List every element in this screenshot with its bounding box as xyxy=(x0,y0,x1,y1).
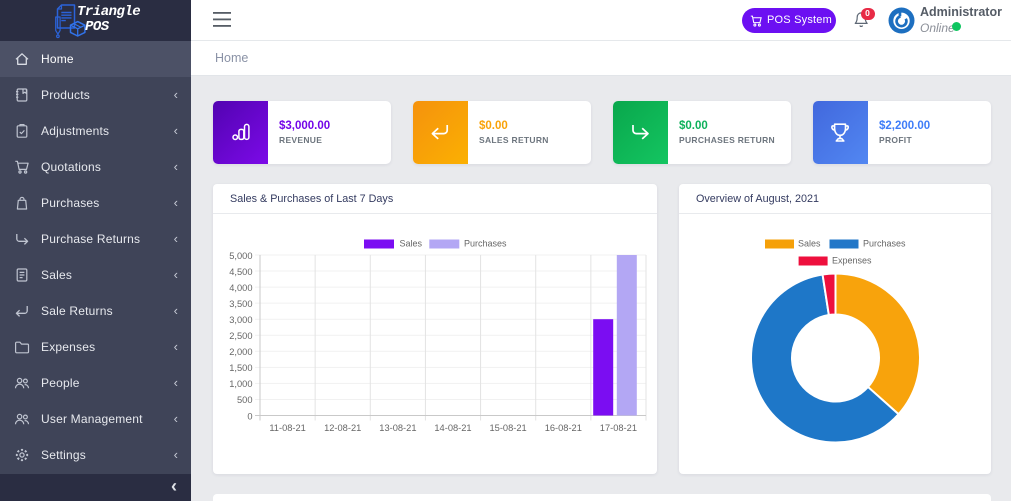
svg-text:0: 0 xyxy=(247,411,252,421)
svg-text:17-08-21: 17-08-21 xyxy=(600,423,637,433)
svg-text:12-08-21: 12-08-21 xyxy=(324,423,361,433)
svg-text:15-08-21: 15-08-21 xyxy=(489,423,526,433)
svg-text:2,500: 2,500 xyxy=(229,331,252,341)
svg-text:3,000: 3,000 xyxy=(229,315,252,325)
svg-text:16-08-21: 16-08-21 xyxy=(545,423,582,433)
svg-text:1,500: 1,500 xyxy=(229,363,252,373)
svg-text:13-08-21: 13-08-21 xyxy=(379,423,416,433)
svg-text:4,000: 4,000 xyxy=(229,283,252,293)
svg-text:Expenses: Expenses xyxy=(832,256,872,266)
svg-text:14-08-21: 14-08-21 xyxy=(434,423,471,433)
svg-text:Sales: Sales xyxy=(400,239,423,249)
svg-text:Sales: Sales xyxy=(798,239,821,249)
svg-text:5,000: 5,000 xyxy=(229,251,252,261)
svg-text:2,000: 2,000 xyxy=(229,347,252,357)
svg-text:11-08-21: 11-08-21 xyxy=(269,423,306,433)
svg-text:3,500: 3,500 xyxy=(229,299,252,309)
svg-text:1,000: 1,000 xyxy=(229,379,252,389)
svg-text:500: 500 xyxy=(237,395,253,405)
svg-text:Purchases: Purchases xyxy=(863,239,906,249)
svg-text:Purchases: Purchases xyxy=(464,239,507,249)
svg-text:4,500: 4,500 xyxy=(229,267,252,277)
